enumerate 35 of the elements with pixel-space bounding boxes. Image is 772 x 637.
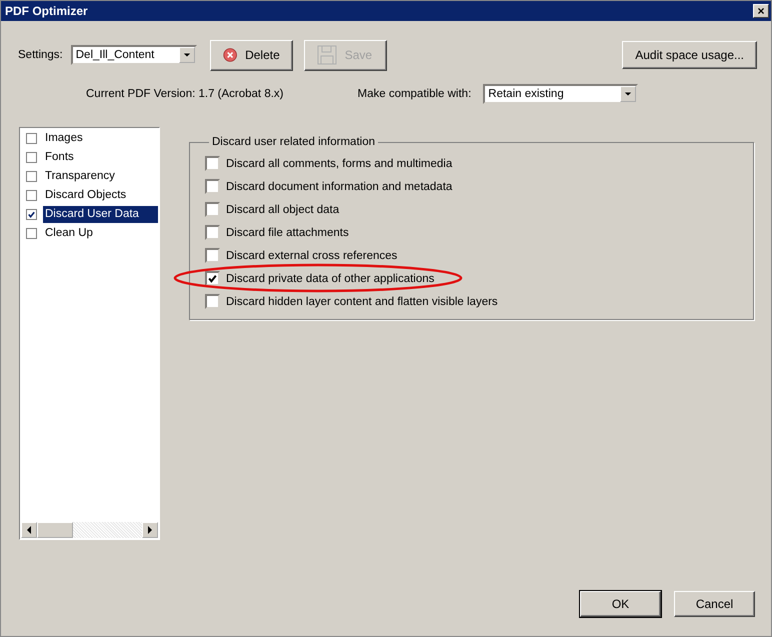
- checkbox[interactable]: [26, 152, 37, 163]
- option-label[interactable]: Discard hidden layer content and flatten visible layers: [226, 296, 498, 308]
- settings-label: Settings:: [18, 49, 63, 61]
- category-item[interactable]: Discard Objects: [43, 187, 128, 204]
- option-label[interactable]: Discard document information and metadata: [226, 180, 452, 192]
- option-label[interactable]: Discard file attachments: [226, 226, 349, 238]
- checkbox[interactable]: [26, 209, 37, 220]
- group-title: Discard user related information: [211, 136, 376, 148]
- scroll-thumb[interactable]: [37, 522, 73, 538]
- delete-icon: [222, 46, 238, 64]
- cancel-button[interactable]: Cancel: [674, 591, 755, 617]
- delete-button[interactable]: Delete: [210, 40, 293, 70]
- ok-button[interactable]: OK: [580, 591, 661, 617]
- option-label[interactable]: Discard external cross references: [226, 250, 398, 262]
- window-title: PDF Optimizer: [5, 4, 88, 18]
- checkbox[interactable]: [26, 171, 37, 182]
- option-label[interactable]: Discard all object data: [226, 204, 340, 216]
- compatibility-label: Make compatible with:: [358, 88, 472, 100]
- settings-dropdown[interactable]: Del_Ill_Content: [70, 45, 197, 65]
- category-item[interactable]: Transparency: [43, 168, 117, 185]
- horizontal-scrollbar[interactable]: [21, 522, 158, 538]
- scroll-right-icon[interactable]: [142, 522, 158, 538]
- compatibility-dropdown[interactable]: Retain existing: [483, 84, 638, 104]
- scroll-left-icon[interactable]: [21, 522, 37, 538]
- checkbox[interactable]: [26, 190, 37, 201]
- checkbox[interactable]: [26, 133, 37, 144]
- category-item[interactable]: Images: [43, 130, 85, 147]
- category-item[interactable]: Clean Up: [43, 225, 95, 242]
- category-item[interactable]: Discard User Data: [43, 206, 158, 223]
- audit-button[interactable]: Audit space usage...: [622, 41, 757, 69]
- checkbox[interactable]: [26, 228, 37, 239]
- version-text: Current PDF Version: 1.7 (Acrobat 8.x): [86, 88, 284, 100]
- close-button[interactable]: ×: [753, 4, 769, 18]
- category-item[interactable]: Fonts: [43, 149, 76, 166]
- option-label[interactable]: Discard all comments, forms and multimedia: [226, 158, 452, 170]
